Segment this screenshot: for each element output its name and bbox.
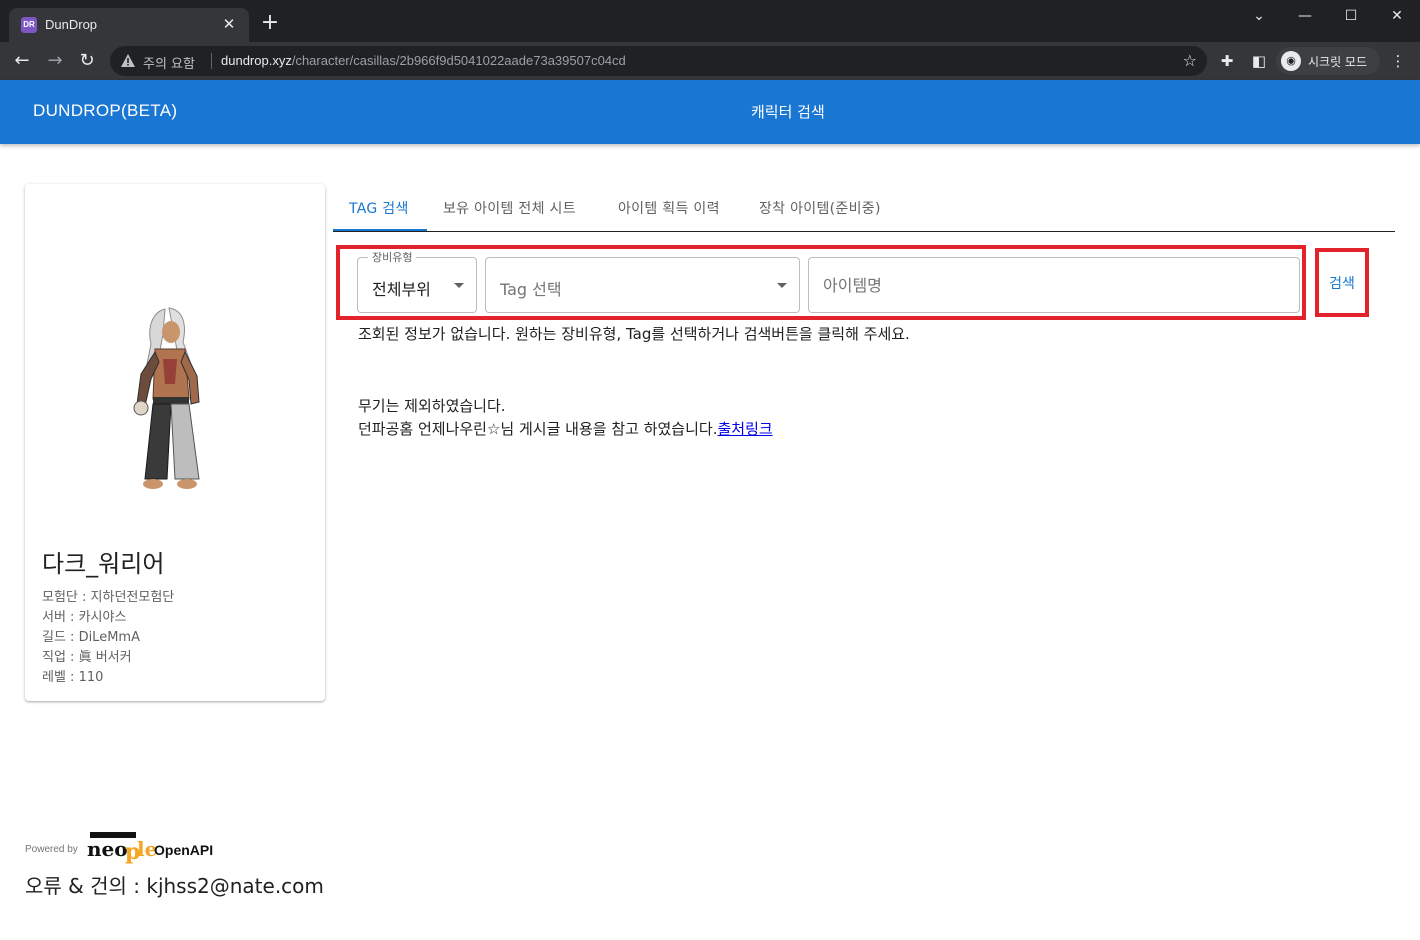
svg-text:OpenAPI: OpenAPI — [154, 842, 213, 858]
guild-info: 길드 : DiLeMmA — [42, 630, 140, 645]
character-search-link[interactable]: 캐릭터 검색 — [751, 101, 825, 122]
maximize-window-button[interactable]: ☐ — [1328, 4, 1374, 28]
incognito-profile-button[interactable]: ◉ 시크릿 모드 — [1276, 47, 1380, 75]
close-tab-icon[interactable]: ✕ — [219, 14, 239, 34]
close-window-button[interactable]: ✕ — [1374, 4, 1420, 28]
tab-equipped-items[interactable]: 장착 아이템(준비중) — [759, 198, 881, 218]
weapon-excluded-note: 무기는 제외하였습니다. — [358, 397, 506, 415]
address-bar[interactable]: 주의 요함 dundrop.xyz/character/casillas/2b9… — [110, 46, 1207, 76]
tab-item-acquisition-history[interactable]: 아이템 획득 이력 — [618, 198, 720, 218]
app-title[interactable]: DUNDROP(BETA) — [33, 101, 177, 121]
browser-tab-dundrop[interactable]: DR DunDrop ✕ — [9, 8, 249, 42]
level-info: 레벨 : 110 — [42, 670, 104, 685]
source-link[interactable]: 출처링크 — [717, 420, 772, 438]
neople-openapi-logo: neo p le OpenAPI — [87, 832, 213, 865]
back-button[interactable]: ← — [9, 48, 35, 74]
address-divider — [211, 53, 212, 69]
browser-tab-strip: DR DunDrop ✕ + ⌄ — ☐ ✕ — [0, 0, 1420, 42]
tab-search-icon[interactable]: ⌄ — [1236, 4, 1282, 28]
powered-by-label: Powered by — [25, 844, 78, 855]
browser-toolbar: ← → ↻ 주의 요함 dundrop.xyz/character/casill… — [0, 42, 1420, 80]
extensions-puzzle-icon[interactable]: ✚ — [1217, 51, 1237, 71]
chevron-down-icon — [454, 283, 464, 288]
favicon-icon: DR — [21, 17, 37, 33]
reference-text: 던파공홈 언제나우린☆님 게시글 내용을 참고 하였습니다. — [358, 420, 718, 438]
reload-button[interactable]: ↻ — [74, 48, 100, 74]
new-tab-button[interactable]: + — [259, 12, 281, 34]
equip-type-select[interactable]: 장비유형 전체부위 — [357, 249, 477, 313]
tab-tag-search[interactable]: TAG 검색 — [349, 198, 409, 218]
content-tabs: TAG 검색 보유 아이템 전체 시트 아이템 획득 이력 장착 아이템(준비중… — [333, 184, 1395, 232]
active-tab-indicator — [333, 229, 427, 231]
character-name: 다크_워리어 — [42, 550, 165, 578]
reference-note: 던파공홈 언제나우린☆님 게시글 내용을 참고 하였습니다.출처링크 — [358, 418, 773, 439]
equip-type-value: 전체부위 — [372, 280, 431, 299]
search-button[interactable]: 검색 — [1319, 270, 1365, 298]
job-info: 직업 : 眞 버서커 — [42, 650, 132, 665]
server-info: 서버 : 카시야스 — [42, 610, 127, 625]
tag-select[interactable]: Tag 선택 — [485, 257, 800, 313]
tag-select-placeholder: Tag 선택 — [500, 280, 562, 299]
side-panel-icon[interactable]: ◧ — [1249, 51, 1269, 71]
item-name-input[interactable] — [808, 257, 1300, 313]
character-card: 다크_워리어 모험단 : 지하던전모험단 서버 : 카시야스 길드 : DiLe… — [25, 184, 325, 701]
incognito-label: 시크릿 모드 — [1308, 55, 1368, 69]
url-text[interactable]: dundrop.xyz/character/casillas/2b966f9d5… — [221, 53, 626, 68]
security-warning-label[interactable]: 주의 요함 — [143, 53, 195, 72]
equip-type-legend: 장비유형 — [368, 249, 417, 265]
no-result-message: 조회된 정보가 없습니다. 원하는 장비유형, Tag를 선택하거나 검색버튼을… — [358, 325, 910, 343]
tab-title: DunDrop — [45, 17, 98, 32]
chevron-down-icon — [777, 283, 787, 288]
browser-menu-icon[interactable]: ⋮ — [1388, 51, 1408, 71]
minimize-window-button[interactable]: — — [1282, 4, 1328, 28]
bookmark-star-icon[interactable]: ☆ — [1183, 51, 1197, 70]
svg-text:neo: neo — [87, 837, 128, 861]
contact-info: 오류 & 건의 : kjhss2@nate.com — [25, 874, 324, 898]
character-image — [133, 307, 200, 489]
adventure-group-info: 모험단 : 지하던전모험단 — [42, 590, 175, 605]
tab-owned-items-sheet[interactable]: 보유 아이템 전체 시트 — [443, 198, 576, 218]
app-header: DUNDROP(BETA) 캐릭터 검색 — [0, 80, 1420, 144]
incognito-icon: ◉ — [1281, 51, 1301, 71]
forward-button[interactable]: → — [42, 48, 68, 74]
warning-icon — [121, 54, 135, 67]
